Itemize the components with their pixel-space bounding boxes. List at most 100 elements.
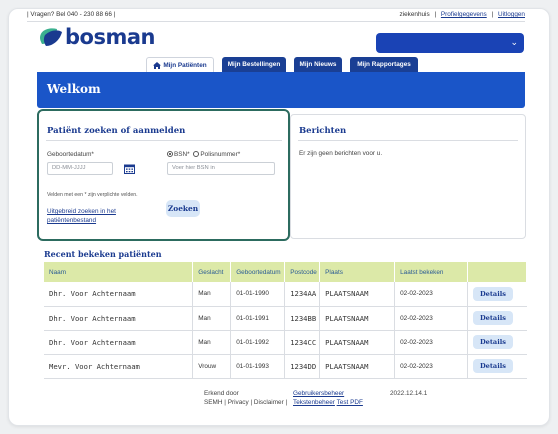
- cell-geboortedatum: 01-01-1991: [230, 306, 286, 331]
- tekstenbeheer-link[interactable]: Tekstenbeheer: [293, 399, 335, 406]
- cell-laatst-bekeken: 02-02-2023: [394, 330, 468, 355]
- dob-input[interactable]: DD-MM-JJJJ: [47, 162, 113, 175]
- search-panel-title: Patiënt zoeken of aanmelden: [47, 126, 186, 136]
- dob-label: Geboortedatum*: [47, 151, 94, 158]
- cell-geslacht: Vrouw: [192, 354, 232, 379]
- cell-naam: Dhr. Voor Achternaam: [44, 306, 194, 331]
- leaf-logo-icon: [40, 28, 62, 46]
- radio-bsn[interactable]: [167, 151, 173, 158]
- col-actions: [467, 262, 528, 282]
- recent-patients-title: Recent bekeken patiënten: [44, 249, 162, 259]
- col-naam[interactable]: Naam: [44, 262, 194, 282]
- details-button[interactable]: Details: [472, 311, 513, 325]
- cell-plaats: PLAATSNAAM: [319, 282, 396, 307]
- main-tabs: Mijn Patiënten Mijn Bestellingen Mijn Ni…: [146, 57, 426, 72]
- messages-title: Berichten: [299, 126, 347, 136]
- table-header-row: Naam Geslacht Geboortedatum Postcode Pla…: [44, 262, 528, 282]
- col-geboortedatum[interactable]: Geboortedatum: [230, 262, 286, 282]
- cell-geslacht: Man: [192, 330, 232, 355]
- col-postcode[interactable]: Postcode: [284, 262, 321, 282]
- col-geslacht[interactable]: Geslacht: [192, 262, 232, 282]
- radio-polis-label: Polisnummer*: [200, 151, 241, 158]
- cell-laatst-bekeken: 02-02-2023: [394, 306, 468, 331]
- table-row[interactable]: Dhr. Voor Achternaam Man 01-01-1991 1234…: [44, 306, 527, 331]
- cell-laatst-bekeken: 02-02-2023: [394, 354, 468, 379]
- chevron-down-icon: ⌄: [510, 37, 518, 47]
- profile-link[interactable]: Profielgegevens: [441, 11, 487, 18]
- cell-geslacht: Man: [192, 306, 232, 331]
- tab-mijn-bestellingen[interactable]: Mijn Bestellingen: [222, 57, 286, 72]
- brand-name: bosman: [65, 25, 155, 49]
- cell-plaats: PLAATSNAAM: [319, 354, 396, 379]
- cell-geboortedatum: 01-01-1992: [230, 330, 286, 355]
- cell-plaats: PLAATSNAAM: [319, 330, 396, 355]
- logout-link[interactable]: Uitloggen: [498, 11, 525, 18]
- cell-geslacht: Man: [192, 282, 232, 307]
- top-bar: | Vragen? Bel 040 - 230 88 66 | ziekenhu…: [27, 8, 525, 22]
- table-row[interactable]: Dhr. Voor Achternaam Man 01-01-1990 1234…: [44, 282, 527, 307]
- tab-label: Mijn Bestellingen: [227, 61, 281, 68]
- page-title: Welkom: [47, 82, 101, 96]
- disclaimer-link[interactable]: Disclaimer: [254, 399, 284, 406]
- test-pdf-link[interactable]: Test PDF: [337, 399, 363, 406]
- brand-logo[interactable]: bosman: [37, 25, 155, 49]
- tab-mijn-rapportages[interactable]: Mijn Rapportages: [350, 57, 418, 72]
- cell-geboortedatum: 01-01-1993: [230, 354, 286, 379]
- account-links: ziekenhuis | Profielgegevens | Uitloggen: [396, 11, 525, 18]
- tab-label: Mijn Patiënten: [163, 61, 207, 69]
- gebruikersbeheer-link[interactable]: Gebruikersbeheer: [293, 389, 363, 398]
- search-button[interactable]: Zoeken: [166, 200, 200, 217]
- cell-laatst-bekeken: 02-02-2023: [394, 282, 468, 307]
- footer-links-left: SEMH | Privacy | Disclaimer |: [204, 398, 287, 407]
- radio-bsn-label: BSN*: [174, 151, 190, 158]
- col-plaats[interactable]: Plaats: [319, 262, 396, 282]
- col-laatst-bekeken[interactable]: Laatst bekeken: [394, 262, 468, 282]
- divider: [298, 140, 518, 141]
- messages-empty-text: Er zijn geen berichten voor u.: [299, 150, 383, 157]
- bsn-input[interactable]: Voer hier BSN in: [167, 162, 275, 175]
- cell-actions: Details: [467, 282, 527, 307]
- cell-postcode: 1234DD: [284, 354, 321, 379]
- required-note: Velden met een * zijn verplichte velden.: [47, 192, 138, 198]
- table-row[interactable]: Dhr. Voor Achternaam Man 01-01-1992 1234…: [44, 330, 527, 355]
- version-text: 2022.12.14.1: [390, 390, 428, 397]
- erkend-text: Erkend door: [204, 390, 239, 397]
- hospital-name: ziekenhuis: [399, 11, 430, 18]
- cell-naam: Dhr. Voor Achternaam: [44, 282, 194, 307]
- cell-postcode: 1234CC: [284, 330, 321, 355]
- separator: |: [434, 11, 437, 18]
- cell-naam: Dhr. Voor Achternaam: [44, 330, 194, 355]
- footer-erkend: Erkend door SEMH | Privacy | Disclaimer …: [204, 389, 287, 407]
- tab-label: Mijn Rapportages: [357, 61, 411, 68]
- help-phone-text: | Vragen? Bel 040 - 230 88 66 |: [27, 11, 116, 18]
- advanced-search-link[interactable]: Uitgebreid zoeken in het patiëntenbestan…: [47, 207, 137, 225]
- details-button[interactable]: Details: [472, 335, 513, 349]
- id-type-radios: BSN* Polisnummer*: [167, 151, 240, 158]
- separator: |: [491, 11, 494, 18]
- separator: |: [250, 399, 253, 406]
- details-button[interactable]: Details: [472, 286, 513, 301]
- cell-actions: Details: [467, 306, 527, 331]
- tab-mijn-nieuws[interactable]: Mijn Nieuws: [294, 57, 342, 72]
- cell-geboortedatum: 01-01-1990: [230, 282, 286, 307]
- recent-patients-table: Naam Geslacht Geboortedatum Postcode Pla…: [44, 262, 528, 379]
- semh-text: SEMH: [204, 399, 223, 406]
- table-row[interactable]: Mevr. Voor Achternaam Vrouw 01-01-1993 1…: [44, 354, 527, 379]
- separator: |: [285, 399, 288, 406]
- home-icon: [153, 61, 162, 69]
- tab-mijn-patienten[interactable]: Mijn Patiënten: [146, 57, 214, 72]
- cell-plaats: PLAATSNAAM: [319, 306, 396, 331]
- details-button[interactable]: Details: [472, 359, 513, 373]
- welcome-banner: Welkom: [37, 72, 525, 108]
- cell-naam: Mevr. Voor Achternaam: [44, 354, 194, 379]
- privacy-link[interactable]: Privacy: [228, 399, 249, 406]
- radio-polisnummer[interactable]: [193, 151, 200, 158]
- cell-actions: Details: [467, 354, 527, 379]
- tab-label: Mijn Nieuws: [299, 61, 337, 68]
- cell-postcode: 1234BB: [284, 306, 321, 331]
- footer-admin-links: Gebruikersbeheer Tekstenbeheer Test PDF: [293, 389, 363, 407]
- separator: |: [224, 399, 226, 406]
- calendar-icon[interactable]: [124, 164, 135, 174]
- divider: [46, 140, 282, 141]
- location-select[interactable]: ⌄: [376, 33, 524, 53]
